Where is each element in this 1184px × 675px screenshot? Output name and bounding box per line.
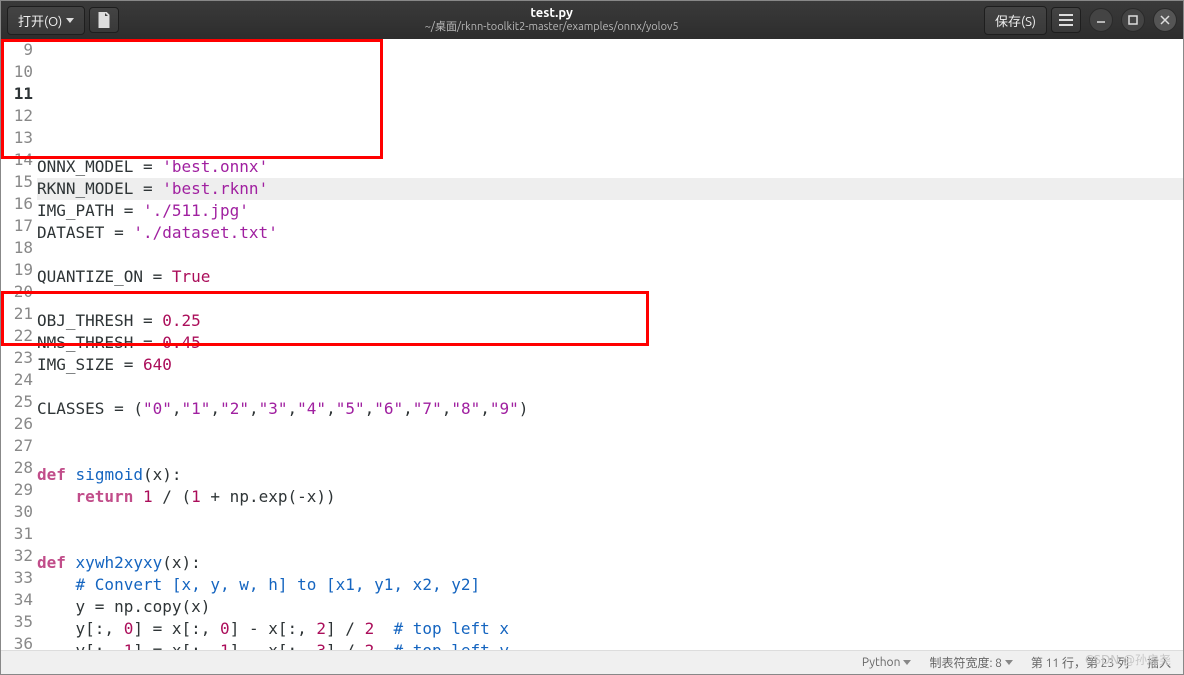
line-number: 19 [1,259,33,281]
line-number: 24 [1,369,33,391]
line-number: 23 [1,347,33,369]
maximize-icon [1128,15,1138,25]
code-line[interactable]: # Convert [x, y, w, h] to [x1, y1, x2, y… [37,574,1183,596]
maximize-button[interactable] [1121,8,1145,32]
code-editor[interactable]: 9101112131415161718192021222324252627282… [1,39,1183,650]
code-line[interactable] [37,288,1183,310]
code-line[interactable]: DATASET = './dataset.txt' [37,222,1183,244]
chevron-down-icon [66,18,74,23]
line-number: 13 [1,127,33,149]
new-document-button[interactable] [89,7,119,33]
save-button[interactable]: 保存(S) [984,6,1047,35]
close-icon [1160,15,1170,25]
cursor-position-label: 第 11 行，第 23 列 [1031,654,1129,671]
line-number: 32 [1,545,33,567]
line-number: 11 [1,83,33,105]
line-number: 25 [1,391,33,413]
code-line[interactable] [37,420,1183,442]
line-number: 12 [1,105,33,127]
chevron-down-icon [1005,660,1013,665]
line-number-gutter: 9101112131415161718192021222324252627282… [1,39,37,650]
open-label: 打开(O) [18,11,62,30]
line-number: 29 [1,479,33,501]
new-document-icon [97,12,111,28]
line-number: 36 [1,633,33,650]
code-line[interactable]: CLASSES = ("0","1","2","3","4","5","6","… [37,398,1183,420]
code-line[interactable]: NMS_THRESH = 0.45 [37,332,1183,354]
hamburger-menu-button[interactable] [1051,7,1081,33]
line-number: 22 [1,325,33,347]
line-number: 9 [1,39,33,61]
window-subtitle: ~/桌面/rknn-toolkit2-master/examples/onnx/… [123,21,980,34]
hamburger-icon [1059,14,1073,26]
line-number: 18 [1,237,33,259]
line-number: 21 [1,303,33,325]
window-headerbar: 打开(O) test.py ~/桌面/rknn-toolkit2-master/… [1,1,1183,39]
line-number: 31 [1,523,33,545]
line-number: 35 [1,611,33,633]
code-line[interactable]: ONNX_MODEL = 'best.onnx' [37,156,1183,178]
status-bar: Python 制表符宽度: 8 第 11 行，第 23 列 插入 [1,650,1183,674]
code-line[interactable] [37,442,1183,464]
code-line[interactable]: y = np.copy(x) [37,596,1183,618]
code-line[interactable]: return 1 / (1 + np.exp(-x)) [37,486,1183,508]
tab-width-selector[interactable]: 制表符宽度: 8 [929,654,1012,671]
line-number: 20 [1,281,33,303]
title-area: test.py ~/桌面/rknn-toolkit2-master/exampl… [123,6,980,35]
code-line[interactable]: QUANTIZE_ON = True [37,266,1183,288]
code-line[interactable] [37,244,1183,266]
code-line[interactable]: def xywh2xyxy(x): [37,552,1183,574]
code-line[interactable] [37,530,1183,552]
line-number: 10 [1,61,33,83]
line-number: 27 [1,435,33,457]
code-area[interactable]: ONNX_MODEL = 'best.onnx'RKNN_MODEL = 'be… [37,39,1183,650]
line-number: 33 [1,567,33,589]
code-line[interactable] [37,376,1183,398]
minimize-icon [1096,15,1106,25]
close-button[interactable] [1153,8,1177,32]
code-line[interactable] [37,508,1183,530]
line-number: 26 [1,413,33,435]
code-line[interactable] [37,134,1183,156]
line-number: 28 [1,457,33,479]
language-selector[interactable]: Python [862,656,912,669]
code-line[interactable]: OBJ_THRESH = 0.25 [37,310,1183,332]
line-number: 14 [1,149,33,171]
code-line[interactable]: IMG_PATH = './511.jpg' [37,200,1183,222]
insert-mode-label: 插入 [1147,654,1171,671]
line-number: 16 [1,193,33,215]
code-line[interactable]: def sigmoid(x): [37,464,1183,486]
code-line[interactable]: y[:, 0] = x[:, 0] - x[:, 2] / 2 # top le… [37,618,1183,640]
save-label: 保存(S) [995,11,1036,30]
code-line[interactable]: y[:, 1] = x[:, 1] - x[:, 3] / 2 # top le… [37,640,1183,650]
code-line[interactable]: RKNN_MODEL = 'best.rknn' [37,178,1183,200]
minimize-button[interactable] [1089,8,1113,32]
window-title: test.py [123,6,980,22]
chevron-down-icon [903,660,911,665]
code-line[interactable]: IMG_SIZE = 640 [37,354,1183,376]
line-number: 15 [1,171,33,193]
tab-width-label: 制表符宽度: 8 [929,654,1001,671]
line-number: 17 [1,215,33,237]
language-label: Python [862,656,901,669]
line-number: 34 [1,589,33,611]
open-button[interactable]: 打开(O) [7,6,85,35]
line-number: 30 [1,501,33,523]
